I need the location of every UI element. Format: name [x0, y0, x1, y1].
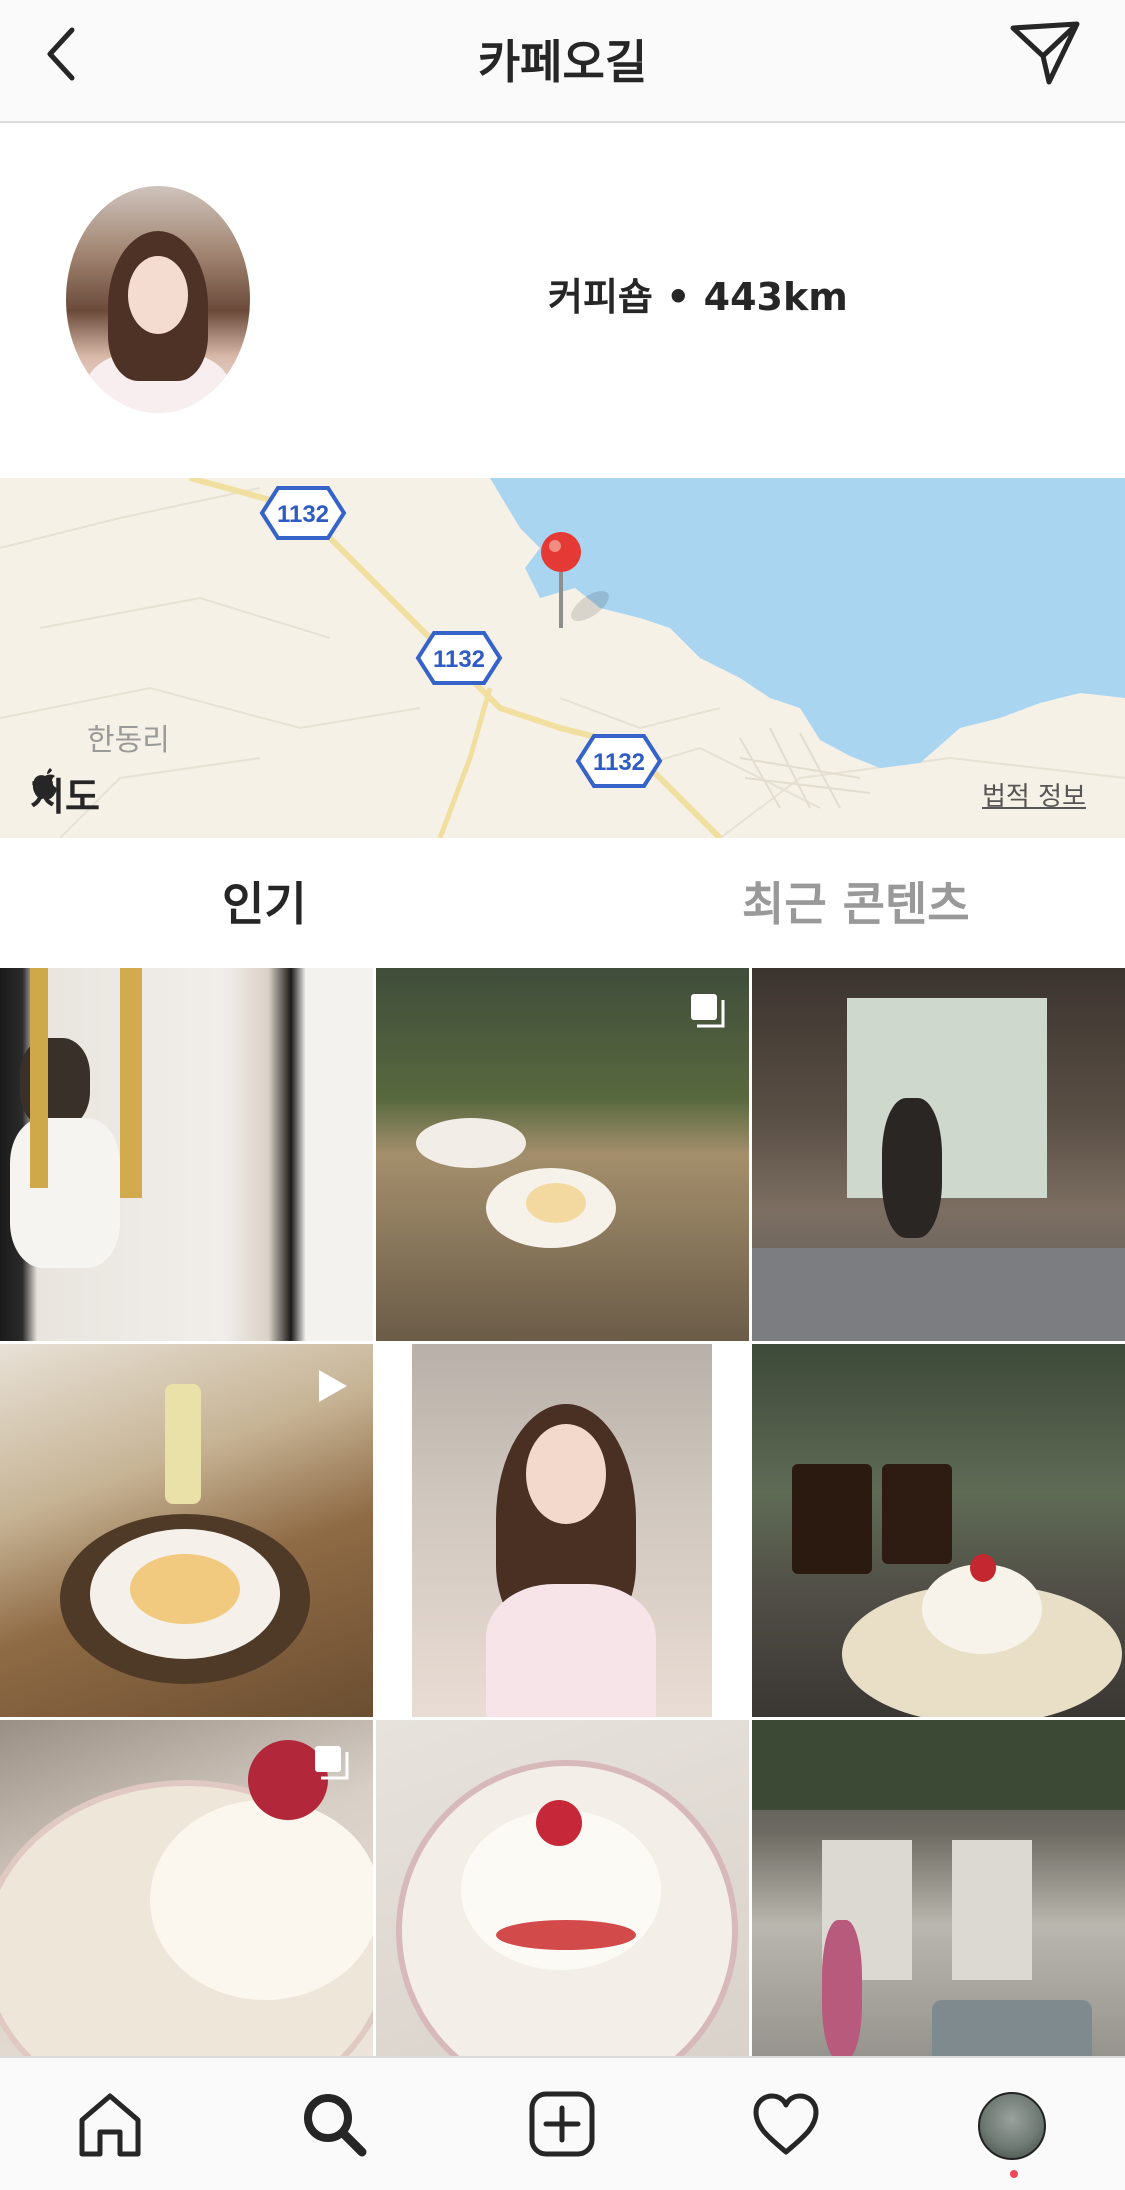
grid-post[interactable] [752, 1720, 1125, 2056]
activity-heart-icon[interactable] [750, 2088, 822, 2160]
profile-avatar-icon[interactable] [978, 2092, 1046, 2160]
apple-maps-logo: 지도 [30, 766, 100, 821]
paper-plane-icon[interactable] [1009, 20, 1081, 86]
top-bar: 카페오길 [0, 0, 1125, 123]
grid-post[interactable] [0, 968, 373, 1341]
apple-icon [32, 768, 57, 799]
road-number-3: 1132 [593, 749, 645, 776]
meta-separator: • [666, 275, 691, 319]
location-profile: 커피숍 • 443km [0, 123, 1125, 478]
tab-popular[interactable]: 인기 [222, 868, 307, 934]
map-town-label: 한동리 [87, 723, 170, 758]
grid-post[interactable] [376, 968, 749, 1341]
carousel-icon [691, 994, 725, 1028]
location-map[interactable]: 1132 1132 1132 한동리 지도 법적 정보 [0, 478, 1125, 838]
road-number-1: 1132 [277, 501, 329, 528]
grid-post[interactable] [0, 1344, 373, 1717]
bottom-nav [0, 2056, 1125, 2190]
page-title: 카페오길 [477, 35, 648, 89]
carousel-icon [315, 1746, 349, 1780]
video-icon [319, 1370, 347, 1402]
location-distance: 443km [703, 275, 848, 319]
add-post-icon[interactable] [526, 2088, 598, 2160]
tab-recent[interactable]: 최근 콘텐츠 [742, 868, 970, 934]
photo-grid [0, 968, 1125, 2056]
content-tabs: 인기 최근 콘텐츠 [0, 838, 1125, 968]
grid-post[interactable] [376, 1344, 749, 1717]
grid-post[interactable] [752, 1344, 1125, 1717]
notification-dot [1010, 2170, 1018, 2178]
map-pin-icon [541, 532, 581, 572]
road-number-2: 1132 [433, 646, 485, 673]
grid-post[interactable] [376, 1720, 749, 2056]
grid-post[interactable] [752, 968, 1125, 1341]
legal-info-link[interactable]: 법적 정보 [982, 776, 1086, 813]
location-category: 커피숍 [548, 275, 653, 319]
grid-post[interactable] [0, 1720, 373, 2056]
location-meta: 커피숍 • 443km [548, 266, 848, 321]
search-icon[interactable] [298, 2088, 370, 2160]
map-graphic: 1132 1132 1132 [0, 478, 1125, 838]
location-avatar[interactable] [66, 186, 250, 413]
home-icon[interactable] [74, 2088, 146, 2160]
